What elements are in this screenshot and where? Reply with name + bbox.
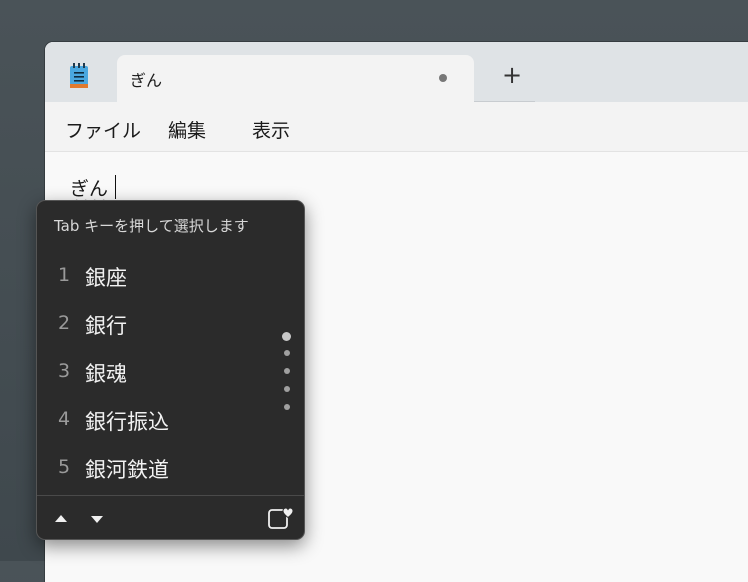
page-indicator-dot[interactable] (284, 368, 290, 374)
new-tab-button[interactable]: + (500, 63, 524, 87)
tab-title: ぎん (130, 71, 163, 90)
page-indicator-dot[interactable] (284, 404, 290, 410)
candidate-text: 銀行 (85, 314, 127, 338)
menu-edit[interactable]: 編集 (164, 116, 210, 143)
triangle-down-icon[interactable] (89, 511, 105, 527)
title-bar: ぎん + (45, 42, 748, 102)
document-tab[interactable]: ぎん (117, 55, 474, 102)
ime-candidate-window: Tab キーを押して選択します 1 銀座 2 銀行 3 銀魂 4 銀行振込 5 … (36, 200, 305, 540)
menu-bar: ファイル 編集 表示 (45, 102, 748, 152)
page-indicator-dot[interactable] (284, 350, 290, 356)
candidate-number: 1 (58, 264, 71, 286)
notepad-app-icon (70, 63, 88, 88)
candidate-text: 銀魂 (85, 362, 127, 386)
unsaved-indicator-icon[interactable] (439, 74, 447, 82)
candidate-text: 銀行振込 (85, 410, 169, 434)
candidate-number: 2 (58, 312, 71, 334)
candidate-number: 3 (58, 360, 71, 382)
menu-view[interactable]: 表示 (248, 116, 294, 143)
candidate-item[interactable]: 5 銀河鉄道 (37, 445, 267, 491)
candidate-text: 銀座 (85, 266, 127, 290)
footer-divider (37, 495, 304, 496)
candidate-text: 銀河鉄道 (85, 458, 169, 482)
candidate-item[interactable]: 3 銀魂 (37, 349, 267, 395)
candidate-number: 5 (58, 456, 71, 478)
ime-composition-text: ぎん (70, 178, 109, 200)
candidate-item[interactable]: 2 銀行 (37, 301, 267, 347)
menu-file[interactable]: ファイル (61, 116, 145, 143)
heart-clipboard-icon[interactable] (267, 505, 293, 531)
candidate-item[interactable]: 4 銀行振込 (37, 397, 267, 443)
candidate-item[interactable]: 1 銀座 (37, 253, 267, 299)
text-caret (115, 175, 116, 199)
triangle-up-icon[interactable] (53, 511, 69, 527)
page-indicator-dot[interactable] (284, 386, 290, 392)
ime-hint-text: Tab キーを押して選択します (54, 217, 249, 235)
candidate-number: 4 (58, 408, 71, 430)
page-indicator-dot[interactable] (282, 332, 291, 341)
